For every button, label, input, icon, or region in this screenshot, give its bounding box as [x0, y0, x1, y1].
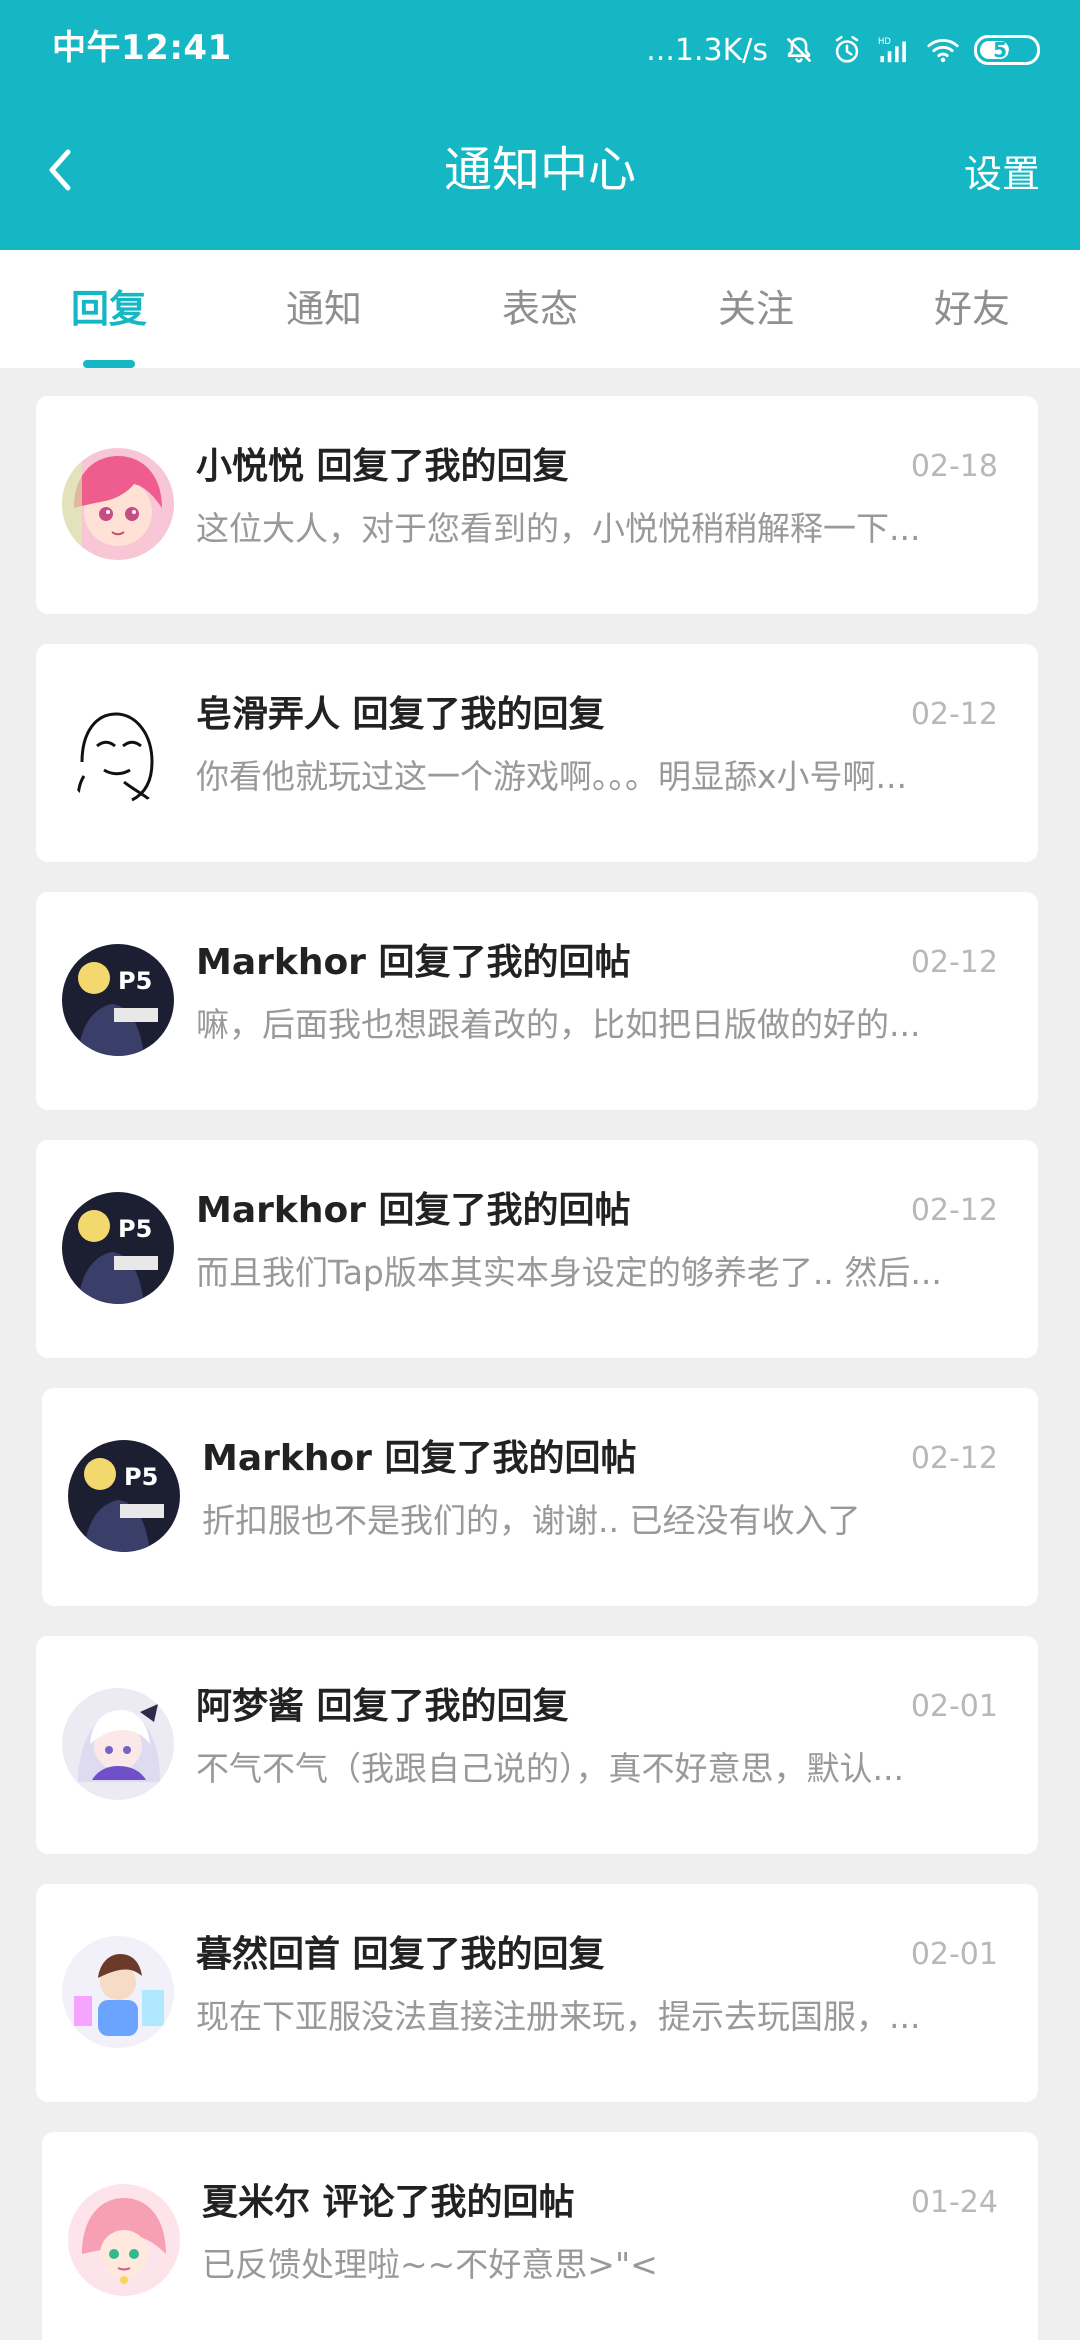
notification-item[interactable]: 夏米尔 评论了我的回帖 01-24 已反馈处理啦~~不好意思>"< — [42, 2132, 1038, 2340]
tab-reactions[interactable]: 表态 — [465, 250, 615, 368]
anime-avatar-pink-hair-icon — [62, 448, 174, 560]
avatar[interactable]: P5 — [62, 1192, 174, 1304]
navigation-bar: 通知中心 设置 — [0, 96, 1080, 250]
notification-snippet: 不气不气（我跟自己说的），真不好意思，默认... — [196, 1749, 904, 1788]
tab-friends-label: 好友 — [933, 287, 1010, 331]
notification-item[interactable]: P5 Markhor 回复了我的回帖 02-12 嘛，后面我也想跟着改的，比如把… — [36, 892, 1038, 1110]
notification-item[interactable]: 小悦悦 回复了我的回复 02-18 这位大人，对于您看到的，小悦悦稍稍解释一下.… — [36, 396, 1038, 614]
tab-friends[interactable]: 好友 — [897, 250, 1047, 368]
notification-snippet: 你看他就玩过这一个游戏啊。。。明显舔x小号啊... — [196, 757, 907, 796]
notification-date: 02-12 — [910, 697, 998, 732]
avatar[interactable]: P5 — [62, 944, 174, 1056]
notification-snippet: 现在下亚服没法直接注册来玩，提示去玩国服，... — [196, 1997, 921, 2036]
notification-date: 02-12 — [910, 1441, 998, 1476]
notification-item[interactable]: 暮然回首 回复了我的回复 02-01 现在下亚服没法直接注册来玩，提示去玩国服，… — [36, 1884, 1038, 2102]
notification-snippet: 嘛，后面我也想跟着改的，比如把日版做的好的... — [196, 1005, 921, 1044]
svg-text:P5: P5 — [118, 1215, 152, 1243]
status-indicators: ...1.3K/s HD 58 — [646, 26, 1040, 74]
notification-title: 阿梦酱 回复了我的回复 — [196, 1686, 569, 1727]
avatar[interactable] — [62, 1936, 174, 2048]
notification-title: Markhor 回复了我的回帖 — [202, 1438, 637, 1479]
tab-notifications[interactable]: 通知 — [249, 250, 399, 368]
battery-icon: 58 — [974, 35, 1040, 65]
anime-avatar-white-hair-icon — [62, 1688, 174, 1800]
app-header: 中午12:41 ...1.3K/s HD 58 通知中心 设置 — [0, 0, 1080, 250]
notification-title: Markhor 回复了我的回帖 — [196, 1190, 631, 1231]
notification-date: 02-12 — [910, 945, 998, 980]
notification-item[interactable]: 皂滑弄人 回复了我的回复 02-12 你看他就玩过这一个游戏啊。。。明显舔x小号… — [36, 644, 1038, 862]
notification-date: 02-01 — [910, 1689, 998, 1724]
anime-avatar-boy-icon — [62, 1936, 174, 2048]
notification-title: 暮然回首 回复了我的回复 — [196, 1934, 605, 1975]
persona-avatar-icon: P5 — [62, 1192, 174, 1304]
signal-icon: HD — [878, 37, 906, 63]
battery-level: 58 — [993, 38, 1021, 62]
notification-item[interactable]: 阿梦酱 回复了我的回复 02-01 不气不气（我跟自己说的），真不好意思，默认.… — [36, 1636, 1038, 1854]
svg-text:HD: HD — [878, 37, 891, 47]
notification-title: 皂滑弄人 回复了我的回复 — [196, 694, 605, 735]
settings-button[interactable]: 设置 — [964, 150, 1040, 198]
tab-following[interactable]: 关注 — [681, 250, 831, 368]
notification-title: Markhor 回复了我的回帖 — [196, 942, 631, 983]
tab-replies-label: 回复 — [70, 287, 147, 331]
alarm-icon — [835, 35, 859, 63]
notification-item[interactable]: P5 Markhor 回复了我的回帖 02-12 折扣服也不是我们的，谢谢.. … — [42, 1388, 1038, 1606]
notification-item[interactable]: P5 Markhor 回复了我的回帖 02-12 而且我们Tap版本其实本身设定… — [36, 1140, 1038, 1358]
avatar[interactable] — [62, 448, 174, 560]
svg-text:P5: P5 — [124, 1463, 158, 1491]
tab-following-label: 关注 — [717, 287, 794, 331]
status-time: 中午12:41 — [52, 28, 232, 68]
page-title: 通知中心 — [443, 142, 636, 198]
avatar[interactable] — [68, 2184, 180, 2296]
status-bar: 中午12:41 ...1.3K/s HD 58 — [0, 0, 1080, 96]
notification-snippet: 而且我们Tap版本其实本身设定的够养老了.. 然后... — [196, 1253, 942, 1292]
notification-title: 夏米尔 评论了我的回帖 — [202, 2182, 575, 2223]
mute-icon — [786, 37, 812, 63]
tab-replies[interactable]: 回复 — [34, 250, 184, 368]
avatar[interactable]: P5 — [68, 1440, 180, 1552]
persona-avatar-icon: P5 — [68, 1440, 180, 1552]
notification-date: 02-01 — [910, 1937, 998, 1972]
tab-reactions-label: 表态 — [501, 287, 578, 331]
notification-snippet: 这位大人，对于您看到的，小悦悦稍稍解释一下... — [196, 509, 921, 548]
tab-notifications-label: 通知 — [285, 287, 362, 331]
meme-face-avatar-icon — [62, 696, 174, 808]
notification-date: 02-12 — [910, 1193, 998, 1228]
network-speed: ...1.3K/s — [646, 32, 768, 68]
tab-bar: 回复 通知 表态 关注 好友 — [0, 250, 1080, 368]
notification-snippet: 已反馈处理啦~~不好意思>"< — [202, 2245, 658, 2284]
avatar[interactable] — [62, 1688, 174, 1800]
notification-date: 02-18 — [910, 449, 998, 484]
notification-date: 01-24 — [910, 2185, 998, 2220]
notification-title: 小悦悦 回复了我的回复 — [196, 446, 569, 487]
wifi-icon — [927, 39, 959, 63]
anime-avatar-green-eyes-icon — [68, 2184, 180, 2296]
persona-avatar-icon: P5 — [62, 944, 174, 1056]
notification-snippet: 折扣服也不是我们的，谢谢.. 已经没有收入了 — [202, 1501, 861, 1540]
avatar[interactable] — [62, 696, 174, 808]
active-tab-indicator — [83, 360, 135, 368]
svg-text:P5: P5 — [118, 967, 152, 995]
